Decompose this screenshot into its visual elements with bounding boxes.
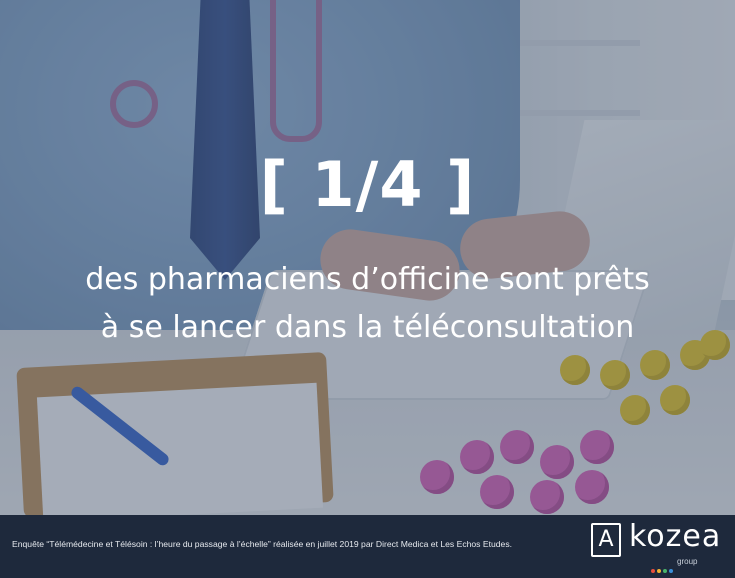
- headline-stat: [ 1/4 ]: [259, 148, 476, 221]
- visual-card: [ 1/4 ] des pharmaciens d’officine sont …: [0, 0, 735, 578]
- logo-subtitle: group: [677, 557, 698, 566]
- logo-wordmark: kozea: [629, 519, 722, 554]
- footer-bar: Enquête “Télémédecine et Télésoin : l’he…: [0, 515, 735, 578]
- logo-dots: [651, 560, 675, 573]
- headline-caption: des pharmaciens d’officine sont prêts à …: [0, 256, 735, 352]
- logo-letter: A: [598, 527, 614, 552]
- logo-dot-icon: [651, 569, 655, 573]
- logo-dot-icon: [663, 569, 667, 573]
- kozea-logo: A kozea group: [591, 519, 721, 573]
- logo-dot-icon: [657, 569, 661, 573]
- caption-line-2: à se lancer dans la téléconsultation: [100, 310, 635, 345]
- source-note: Enquête “Télémédecine et Télésoin : l’he…: [12, 539, 513, 549]
- logo-dot-icon: [669, 569, 673, 573]
- caption-line-1: des pharmaciens d’officine sont prêts: [85, 262, 650, 297]
